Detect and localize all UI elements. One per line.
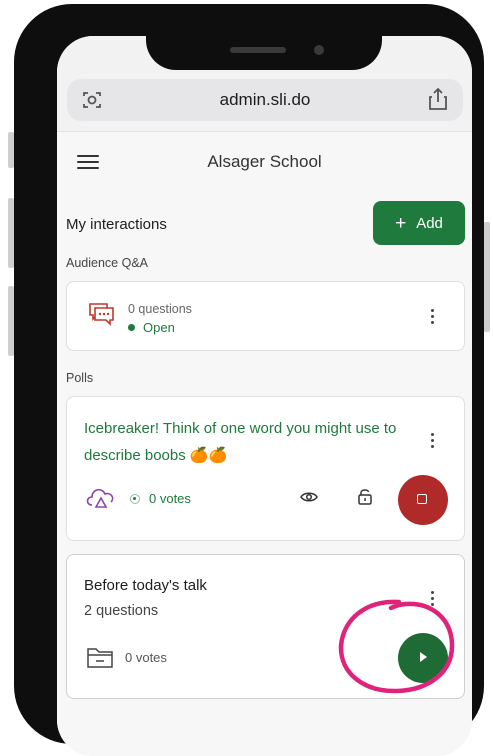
phone-side-button	[484, 222, 490, 332]
add-interaction-button[interactable]: + Add	[373, 201, 465, 245]
chat-bubble-icon	[89, 303, 114, 326]
audience-qa-label: Audience Q&A	[66, 256, 148, 270]
vote-count: 0 votes	[149, 491, 191, 506]
plus-icon: +	[395, 212, 407, 234]
share-icon[interactable]	[427, 87, 449, 111]
more-options-icon[interactable]	[430, 591, 434, 607]
audience-qa-card[interactable]: 0 questions Open	[66, 281, 465, 351]
activate-poll-button[interactable]	[398, 633, 448, 683]
front-camera	[314, 45, 324, 55]
address-bar[interactable]: admin.sli.do	[67, 79, 463, 121]
qa-status: Open	[128, 320, 175, 335]
poll-card-inactive[interactable]: Before today's talk 2 questions 0 votes	[66, 554, 465, 699]
status-dot-icon	[128, 324, 135, 331]
main-content: My interactions + Add Audience Q&A 0 que…	[57, 192, 472, 756]
phone-frame: admin.sli.do Alsager School My interacti…	[14, 4, 484, 756]
qa-status-text: Open	[143, 320, 175, 335]
polls-label: Polls	[66, 371, 94, 385]
interactions-heading: My interactions	[66, 216, 167, 233]
stop-poll-button[interactable]	[398, 475, 448, 525]
folder-icon	[87, 648, 113, 668]
phone-screen: admin.sli.do Alsager School My interacti…	[57, 36, 472, 756]
poll-votes: 0 votes	[130, 491, 191, 506]
add-button-label: Add	[416, 214, 443, 232]
phone-notch	[146, 8, 382, 70]
unlock-icon[interactable]	[358, 488, 372, 505]
speaker-grille	[230, 47, 286, 53]
poll-title: Icebreaker! Think of one word you might …	[84, 420, 397, 464]
live-indicator-icon	[130, 493, 140, 504]
poll-title: Before today's talk	[84, 577, 207, 594]
poll-card-live[interactable]: Icebreaker! Think of one word you might …	[66, 396, 465, 541]
word-cloud-icon	[86, 488, 114, 508]
question-count: 0 questions	[128, 302, 192, 316]
poll-question-count: 2 questions	[84, 603, 159, 619]
more-options-icon[interactable]	[430, 309, 434, 325]
more-options-icon[interactable]	[430, 433, 434, 449]
url-text[interactable]: admin.sli.do	[67, 90, 463, 110]
event-title: Alsager School	[207, 152, 322, 171]
vote-count: 0 votes	[125, 650, 167, 665]
eye-icon[interactable]	[300, 491, 318, 503]
app-header: Alsager School	[57, 131, 472, 192]
